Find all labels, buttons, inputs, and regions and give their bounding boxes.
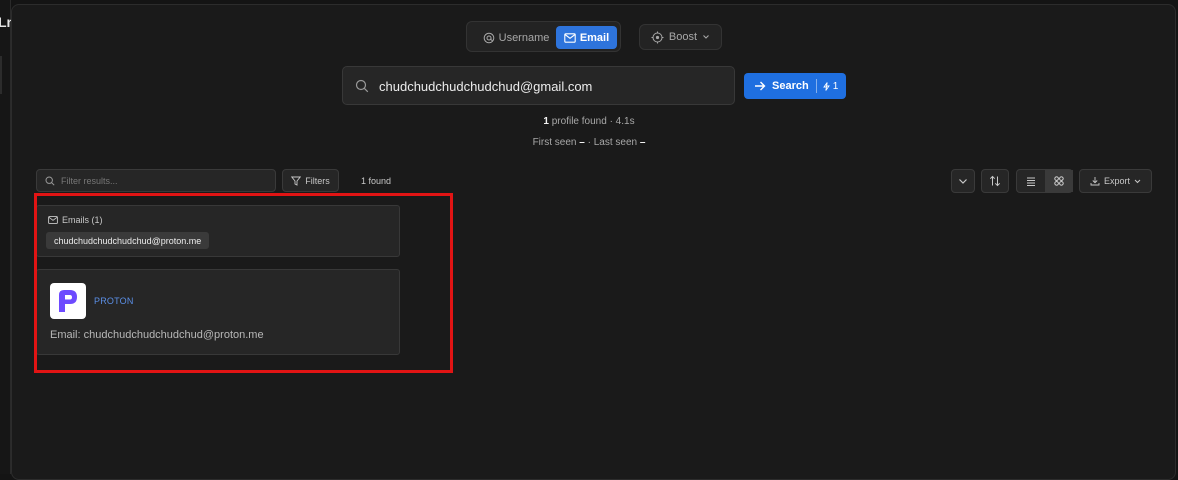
at-icon [483, 32, 495, 44]
email-mode-label: Email [579, 31, 610, 44]
first-seen-value: – [579, 137, 585, 148]
list-view-button[interactable] [1017, 170, 1045, 192]
boost-dropdown[interactable]: Boost [639, 24, 722, 50]
last-seen-label: Last seen [593, 137, 638, 148]
profiles-text: profile found · 4.1s [551, 116, 635, 127]
profiles-count: 1 [543, 116, 549, 127]
search-icon [45, 176, 55, 186]
grid-icon [1054, 176, 1064, 186]
filter-results-input[interactable]: Filter results... [36, 169, 276, 192]
boost-label: Boost [668, 31, 698, 43]
filter-results-placeholder: Filter results... [61, 176, 118, 186]
last-seen-value: – [639, 137, 646, 148]
username-mode-label: Username [498, 31, 550, 44]
search-icon [355, 79, 369, 93]
export-label: Export [1103, 176, 1130, 186]
list-icon [1026, 177, 1036, 186]
export-button[interactable]: Export [1079, 169, 1152, 193]
filters-button[interactable]: Filters [282, 169, 339, 192]
search-input[interactable]: chudchudchudchudchud@gmail.com [342, 66, 735, 105]
chevron-down-icon [1134, 179, 1141, 184]
funnel-icon [291, 176, 302, 186]
email-mode-button[interactable]: Email [556, 26, 617, 49]
filters-label: Filters [305, 175, 330, 186]
left-rail-indicator [0, 56, 2, 94]
search-button-divider [815, 79, 817, 93]
found-count: 1 found [361, 176, 392, 186]
seen-separator: · [587, 137, 591, 148]
seen-summary: First seen – · Last seen – [0, 137, 1178, 148]
credit-cost: 1 [822, 80, 839, 92]
view-toggle [1016, 169, 1073, 193]
chevron-down-icon [702, 34, 710, 40]
sort-button[interactable] [981, 169, 1009, 193]
username-mode-button[interactable]: Username [476, 26, 556, 49]
search-button-label: Search [772, 80, 809, 92]
chevron-down-icon [958, 178, 968, 185]
result-summary: 1 profile found · 4.1s [0, 116, 1178, 127]
download-icon [1090, 176, 1100, 186]
grid-view-button[interactable] [1045, 170, 1073, 192]
collapse-all-button[interactable] [951, 169, 975, 193]
arrow-right-icon [754, 81, 766, 91]
lightning-icon [822, 81, 830, 91]
highlight-box [34, 193, 453, 373]
credit-cost-value: 1 [832, 80, 839, 92]
mail-icon [564, 32, 576, 43]
search-mode-toggle: Username Email [466, 21, 621, 52]
left-rail: Ln [0, 0, 15, 474]
target-icon [651, 31, 664, 44]
search-query-value: chudchudchudchudchud@gmail.com [379, 79, 593, 94]
search-button[interactable]: Search 1 [744, 73, 846, 99]
first-seen-label: First seen [532, 137, 577, 148]
sort-arrows-icon [989, 175, 1001, 187]
